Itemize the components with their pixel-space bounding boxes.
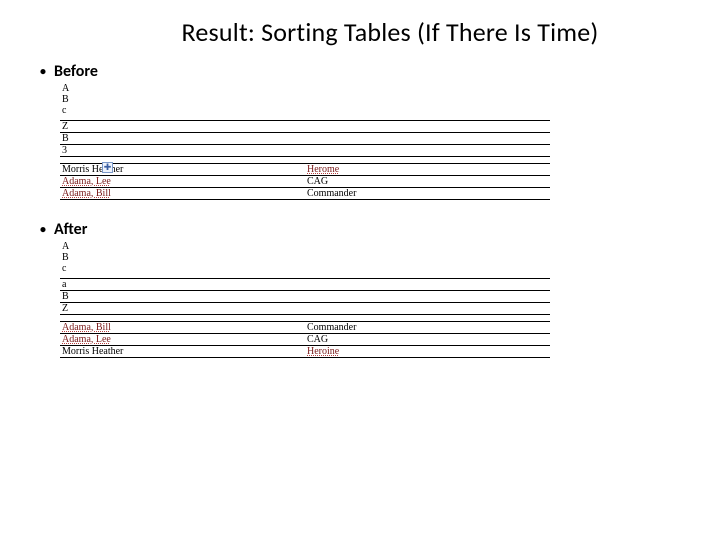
cell-text: CAG — [307, 176, 328, 187]
table-row: a — [60, 279, 550, 291]
cell-text: Adama, Bill — [62, 322, 111, 333]
cell-text: Morris Heather — [62, 164, 123, 175]
bullet-dot-icon: • — [40, 66, 46, 78]
cell-text: Commander — [307, 322, 356, 333]
list-item: c — [62, 105, 680, 116]
table-row: Adama, Bill Commander — [60, 188, 550, 200]
list-item: B — [62, 252, 680, 263]
slide-title: Result: Sorting Tables (If There Is Time… — [100, 16, 680, 48]
cell-text: Heroine — [307, 346, 339, 357]
table-row: 3 — [60, 145, 550, 157]
after-table-1: a B Z — [60, 278, 550, 315]
table-row: Morris Heather Herome — [60, 164, 550, 176]
cell-text: Morris Heather — [62, 346, 123, 357]
table-row: Adama, Lee CAG — [60, 334, 550, 346]
list-item: B — [62, 94, 680, 105]
bullet-dot-icon: • — [40, 224, 46, 236]
before-heading: • Before — [40, 62, 680, 81]
table-move-handle-icon[interactable]: ✚ — [102, 162, 113, 173]
slide: Result: Sorting Tables (If There Is Time… — [0, 0, 720, 358]
table-row: Adama, Lee CAG — [60, 176, 550, 188]
before-list-abc: A B c — [62, 83, 680, 116]
list-item: A — [62, 83, 680, 94]
table-row: Adama, Bill Commander — [60, 322, 550, 334]
table-row: Z — [60, 303, 550, 315]
cell-text: Herome — [307, 164, 339, 175]
after-block: A B c a B Z Adama, Bill Commander Adama, … — [60, 241, 680, 358]
table-row: Morris Heather Heroine — [60, 346, 550, 358]
before-table-2: Morris Heather Herome Adama, Lee CAG Adama… — [60, 163, 550, 200]
cell-text: Commander — [307, 188, 356, 199]
before-block: A B c Z B 3 ✚ Morris Heather Herome Adama… — [60, 83, 680, 200]
after-table-2: Adama, Bill Commander Adama, Lee CAG Morri… — [60, 321, 550, 358]
table-row: Z — [60, 121, 550, 133]
before-label: Before — [54, 62, 98, 81]
list-item: c — [62, 263, 680, 274]
list-item: A — [62, 241, 680, 252]
after-list-abc: A B c — [62, 241, 680, 274]
before-table-1: Z B 3 — [60, 120, 550, 157]
cell-text: Adama, Lee — [62, 334, 111, 345]
cell-text: Adama, Lee — [62, 176, 111, 187]
after-heading: • After — [40, 220, 680, 239]
table-row: B — [60, 291, 550, 303]
cell-text: CAG — [307, 334, 328, 345]
cell-text: Adama, Bill — [62, 188, 111, 199]
table-row: B — [60, 133, 550, 145]
after-label: After — [54, 220, 87, 239]
